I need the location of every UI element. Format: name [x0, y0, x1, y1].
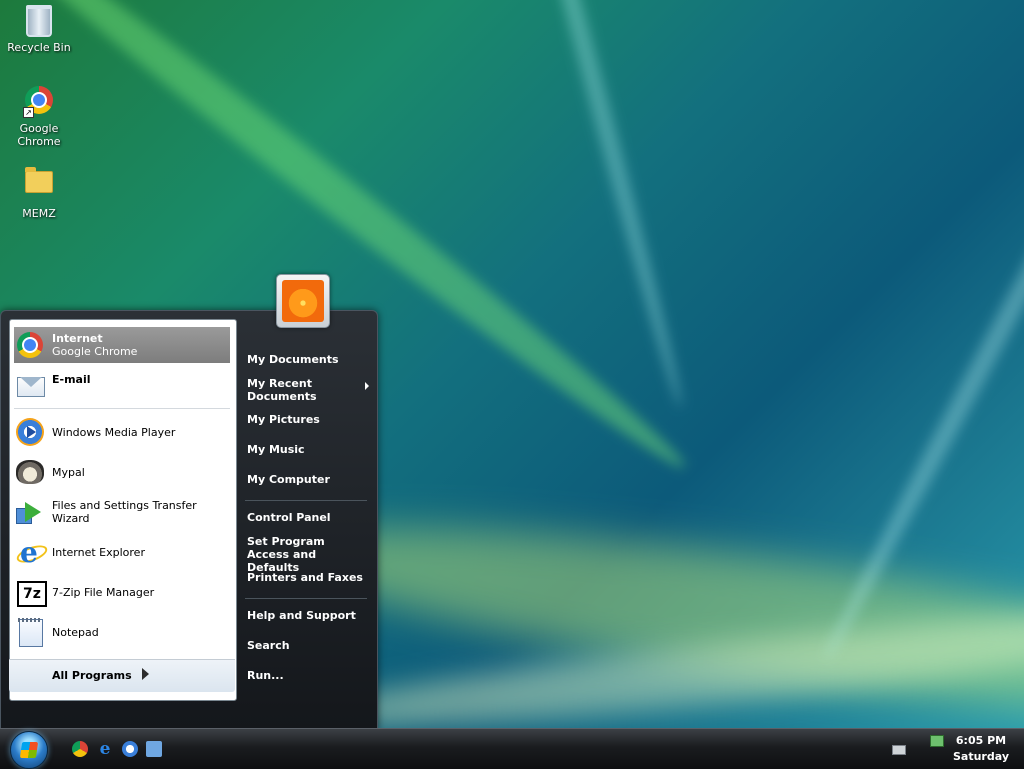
notepad-icon [14, 616, 46, 648]
keyboard-icon[interactable] [892, 745, 906, 755]
desktop-icon-google-chrome[interactable]: ↗ Google Chrome [1, 84, 77, 148]
start-button[interactable] [10, 731, 48, 769]
flower-icon [282, 280, 324, 322]
recent-item-label: Mypal [52, 465, 85, 479]
pinned-item-internet[interactable]: Internet Google Chrome [14, 327, 230, 363]
recent-item-transfer-wizard[interactable]: Files and Settings Transfer Wizard [14, 494, 230, 530]
chrome-icon: ↗ [23, 86, 55, 118]
7zip-icon: 7z [14, 576, 47, 608]
place-my-pictures[interactable]: My Pictures [247, 413, 371, 426]
email-icon [14, 369, 46, 401]
recent-item-label: 7-Zip File Manager [52, 585, 155, 599]
desktop-icon-recycle-bin[interactable]: Recycle Bin [1, 2, 77, 54]
quicklaunch-chrome-icon[interactable] [72, 741, 88, 757]
all-programs-button[interactable]: All Programs [9, 659, 235, 692]
start-menu-programs-pane: Internet Google Chrome E-mail Windows Med… [9, 319, 237, 701]
start-menu: Internet Google Chrome E-mail Windows Med… [0, 310, 378, 730]
recent-item-label: Windows Media Player [52, 425, 176, 439]
pinned-item-email[interactable]: E-mail [14, 367, 230, 403]
recent-item-windows-media-player[interactable]: Windows Media Player [14, 414, 230, 450]
place-set-program-access[interactable]: Set Program Access and Defaults [247, 535, 357, 574]
all-programs-container: All Programs [9, 659, 235, 692]
desktop-icon-label: Recycle Bin [7, 41, 71, 54]
windows-logo-icon [19, 742, 39, 758]
place-label: My Recent Documents [247, 377, 317, 403]
pinned-item-title: E-mail [52, 372, 91, 386]
recent-item-label: Files and Settings Transfer Wizard [52, 499, 197, 525]
place-printers-and-faxes[interactable]: Printers and Faxes [247, 571, 371, 584]
quicklaunch-media-player-icon[interactable] [122, 741, 138, 757]
desktop-icon-label: Google Chrome [17, 122, 61, 148]
recent-item-internet-explorer[interactable]: e Internet Explorer [14, 534, 230, 570]
place-my-music[interactable]: My Music [247, 443, 371, 456]
quicklaunch-internet-explorer-icon[interactable]: e [97, 741, 113, 758]
recent-item-notepad[interactable]: Notepad [14, 614, 230, 650]
recent-item-7zip[interactable]: 7z 7-Zip File Manager [14, 574, 230, 610]
transfer-wizard-icon [14, 496, 46, 528]
chevron-right-icon [142, 668, 149, 680]
mypal-icon [14, 456, 46, 488]
taskbar-clock[interactable]: 6:05 PM Saturday [946, 733, 1016, 765]
place-help-and-support[interactable]: Help and Support [247, 609, 371, 622]
internet-explorer-icon: e [14, 536, 50, 569]
place-control-panel[interactable]: Control Panel [247, 511, 371, 524]
desktop-icon-memz[interactable]: MEMZ [1, 163, 77, 220]
place-search[interactable]: Search [247, 639, 371, 652]
network-icon[interactable] [930, 735, 944, 747]
start-menu-places-pane: My Documents My Recent Documents My Pict… [239, 311, 375, 729]
user-picture[interactable] [276, 274, 330, 328]
chrome-icon [14, 329, 46, 361]
recent-item-mypal[interactable]: Mypal [14, 454, 230, 490]
desktop-icon-label: MEMZ [22, 207, 56, 220]
menu-separator [245, 500, 367, 501]
place-my-recent-documents[interactable]: My Recent Documents [247, 377, 369, 403]
place-run[interactable]: Run... [247, 669, 371, 682]
place-my-computer[interactable]: My Computer [247, 473, 371, 486]
pinned-item-subtitle: Google Chrome [52, 345, 138, 358]
clock-day: Saturday [953, 750, 1009, 763]
submenu-arrow-icon [365, 382, 369, 390]
folder-icon [23, 167, 55, 203]
recent-item-label: Notepad [52, 625, 99, 639]
clock-time: 6:05 PM [955, 734, 1007, 747]
menu-separator [14, 408, 230, 409]
recent-item-label: Internet Explorer [52, 545, 145, 559]
recycle-bin-icon [23, 5, 55, 37]
menu-separator [245, 598, 367, 599]
quicklaunch-email-icon[interactable] [146, 741, 162, 757]
windows-media-player-icon [14, 416, 46, 448]
place-my-documents[interactable]: My Documents [247, 353, 371, 366]
taskbar: e 6:05 PM Saturday [0, 728, 1024, 769]
pinned-item-title: Internet [52, 332, 103, 345]
all-programs-label: All Programs [52, 669, 132, 682]
